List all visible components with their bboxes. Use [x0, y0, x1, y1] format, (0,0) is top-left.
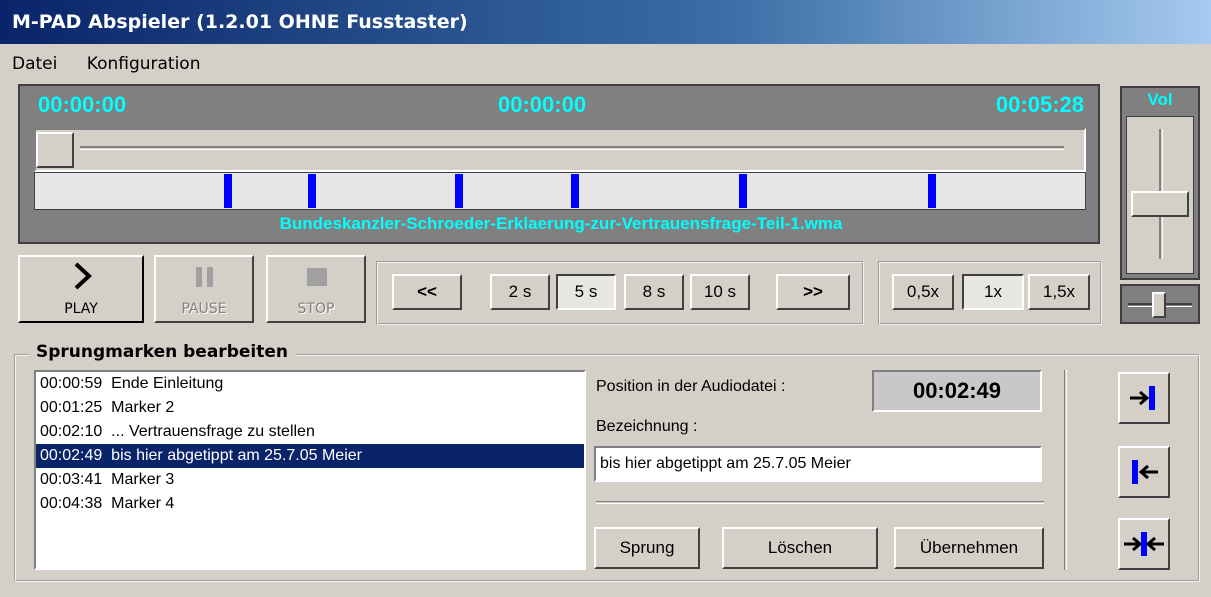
- timeline-marker[interactable]: [928, 174, 936, 208]
- stop-label: STOP: [297, 301, 335, 317]
- arrow-to-marker-right-icon: [1130, 386, 1155, 410]
- apply-button[interactable]: Übernehmen: [894, 527, 1044, 569]
- marker-list[interactable]: 00:00:59 Ende Einleitung 00:01:25 Marker …: [34, 370, 586, 570]
- play-icon: [74, 262, 92, 290]
- timeline-marker[interactable]: [224, 174, 232, 208]
- marker-bar[interactable]: [34, 172, 1086, 210]
- play-button[interactable]: PLAY: [18, 255, 144, 323]
- pause-icon: [196, 267, 213, 287]
- timeline-marker[interactable]: [739, 174, 747, 208]
- position-slider-track[interactable]: [34, 128, 1086, 172]
- player-display: 00:00:00 00:00:00 00:05:28 Bundeskanzler…: [18, 84, 1100, 244]
- arrow-to-marker-left-icon: [1132, 460, 1158, 484]
- step-8s-button[interactable]: 8 s: [624, 274, 684, 310]
- marker-list-item[interactable]: 00:00:59 Ende Einleitung: [36, 372, 584, 396]
- stop-button[interactable]: STOP: [266, 255, 366, 323]
- delete-button[interactable]: Löschen: [722, 527, 878, 569]
- divider: [596, 501, 1044, 504]
- name-label: Bezeichnung :: [596, 418, 698, 435]
- volume-label: Vol: [1147, 90, 1173, 109]
- step-10s-button[interactable]: 10 s: [690, 274, 750, 310]
- position-label: Position in der Audiodatei :: [596, 378, 786, 395]
- position-slider-thumb[interactable]: [36, 132, 74, 168]
- marker-list-item[interactable]: 00:04:38 Marker 4: [36, 492, 584, 516]
- menu-item-konfiguration[interactable]: Konfiguration: [87, 54, 201, 74]
- time-current: 00:00:00: [498, 92, 587, 117]
- vertical-divider: [1064, 370, 1067, 570]
- window-title-bar: M-PAD Abspieler (1.2.01 OHNE Fusstaster): [0, 0, 1211, 44]
- marker-list-item[interactable]: 00:01:25 Marker 2: [36, 396, 584, 420]
- marker-insert-right-button[interactable]: [1118, 372, 1170, 424]
- step-2s-button[interactable]: 2 s: [490, 274, 550, 310]
- speed-1-5x-button[interactable]: 1,5x: [1028, 274, 1090, 310]
- marker-editor-legend: Sprungmarken bearbeiten: [28, 342, 296, 362]
- position-slider-groove: [80, 146, 1064, 150]
- timeline-marker[interactable]: [308, 174, 316, 208]
- volume-panel: Vol: [1120, 86, 1200, 280]
- marker-name-input[interactable]: [594, 446, 1042, 482]
- stop-icon: [307, 268, 327, 286]
- volume-slider-track[interactable]: [1126, 116, 1194, 274]
- balance-slider-thumb[interactable]: [1152, 292, 1166, 318]
- time-elapsed: 00:00:00: [38, 92, 127, 117]
- speed-0-5x-button[interactable]: 0,5x: [892, 274, 954, 310]
- seek-back-button[interactable]: <<: [392, 274, 462, 310]
- balance-panel: [1120, 284, 1200, 324]
- seek-forward-button[interactable]: >>: [776, 274, 850, 310]
- marker-list-item[interactable]: 00:03:41 Marker 3: [36, 468, 584, 492]
- marker-insert-center-button[interactable]: [1118, 518, 1170, 570]
- marker-list-item[interactable]: 00:02:10 ... Vertrauensfrage zu stellen: [36, 420, 584, 444]
- marker-list-item[interactable]: 00:02:49 bis hier abgetippt am 25.7.05 M…: [36, 444, 584, 468]
- jump-button[interactable]: Sprung: [594, 527, 700, 569]
- pause-label: PAUSE: [181, 301, 227, 317]
- position-value: 00:02:49: [872, 370, 1042, 412]
- window-title: M-PAD Abspieler (1.2.01 OHNE Fusstaster): [12, 11, 468, 33]
- volume-slider-thumb[interactable]: [1131, 191, 1189, 217]
- file-name: Bundeskanzler-Schroeder-Erklaerung-zur-V…: [279, 214, 843, 233]
- marker-insert-left-button[interactable]: [1118, 446, 1170, 498]
- menu-item-datei[interactable]: Datei: [12, 54, 57, 74]
- timeline-marker[interactable]: [455, 174, 463, 208]
- pause-button[interactable]: PAUSE: [154, 255, 254, 323]
- speed-1x-button[interactable]: 1x: [962, 274, 1024, 310]
- time-total: 00:05:28: [995, 92, 1084, 117]
- menu-bar: Datei Konfiguration: [0, 48, 1211, 80]
- arrows-to-marker-center-icon: [1124, 532, 1164, 556]
- step-5s-button[interactable]: 5 s: [556, 274, 616, 310]
- play-label: PLAY: [64, 301, 98, 317]
- timeline-marker[interactable]: [571, 174, 579, 208]
